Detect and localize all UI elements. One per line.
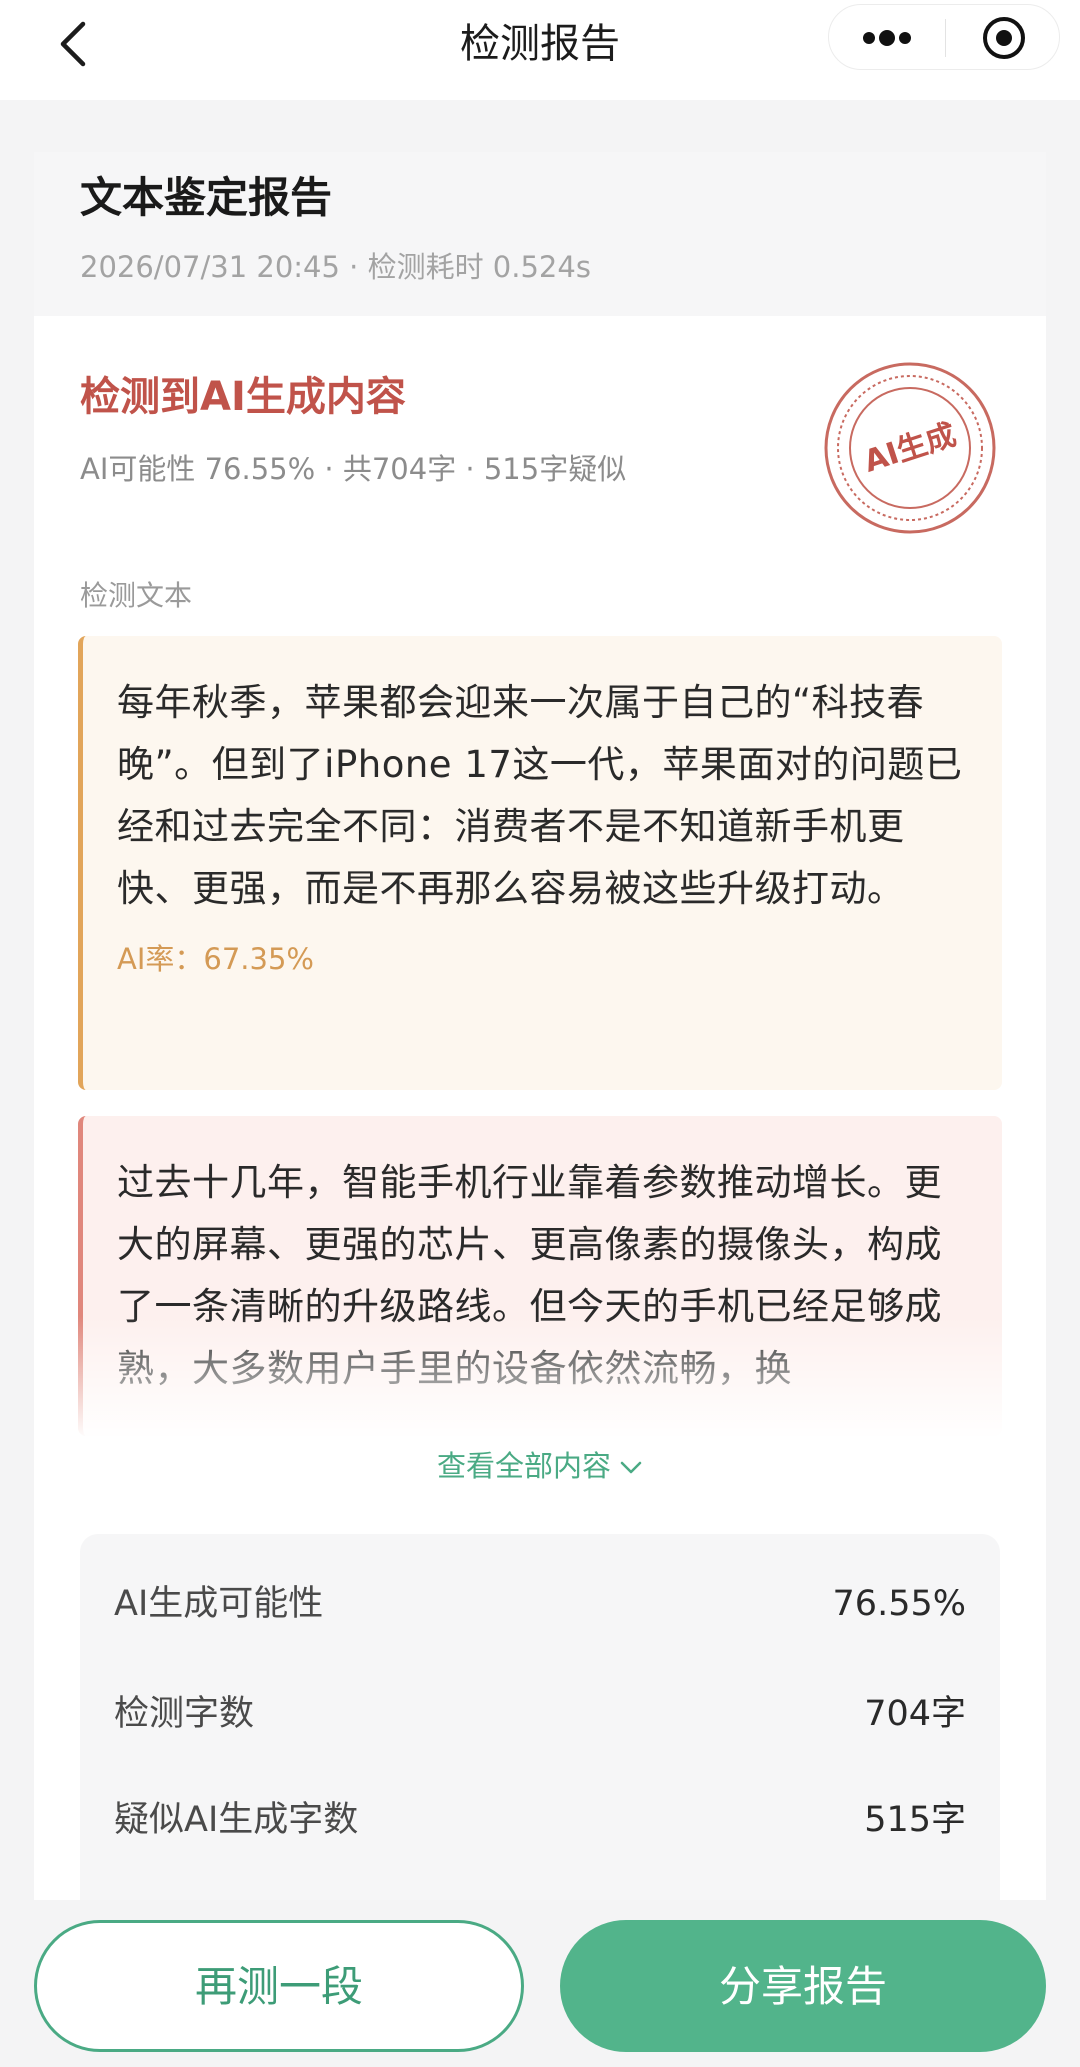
stat-label: AI生成可能性 [114,1584,324,1624]
paragraph-ai-rate: AI率：67.35% [117,942,314,976]
view-all-content-link[interactable]: 查看全部内容 [34,1438,1046,1494]
stat-value: 76.55% [832,1584,966,1624]
paragraph-card: 每年秋季，苹果都会迎来一次属于自己的“科技春晚”。但到了iPhone 17这一代… [78,636,1002,1090]
stat-value: 515字 [864,1800,966,1840]
navigation-bar: 检测报告 [0,0,1080,100]
verdict-title: 检测到AI生成内容 [80,374,406,420]
stat-row: AI生成可能性 76.55% [80,1564,1000,1644]
stat-row: 检测字数 704字 [80,1674,1000,1754]
close-mini-program-button[interactable] [946,5,1061,71]
report-title: 文本鉴定报告 [80,173,333,222]
detected-text-label: 检测文本 [80,579,193,612]
report-header: 文本鉴定报告 2026/07/31 20:45 · 检测耗时 0.524s [34,152,1046,316]
target-close-icon [982,17,1025,59]
result-summary: AI可能性 76.55% · 共704字 · 515字疑似 [80,452,627,486]
ai-generated-stamp: AI生成 [824,362,996,534]
more-dots-icon [863,30,911,46]
stat-value: 704字 [864,1694,966,1734]
report-page: 检测报告 文本鉴定报告 2026/07/31 20:45 · 检测耗时 0.52… [0,0,1080,2067]
content-fade-overlay [78,1316,1002,1440]
stat-row: 疑似AI生成字数 515字 [80,1780,1000,1860]
retest-button[interactable]: 再测一段 [34,1920,524,2052]
mini-program-capsule [828,4,1060,70]
stat-label: 检测字数 [114,1694,255,1734]
paragraph-text: 每年秋季，苹果都会迎来一次属于自己的“科技春晚”。但到了iPhone 17这一代… [117,681,963,910]
bottom-action-bar: 再测一段 分享报告 [0,1900,1080,2067]
stamp-text: AI生成 [860,417,961,479]
stat-label: 疑似AI生成字数 [114,1800,359,1840]
result-card: 检测到AI生成内容 AI可能性 76.55% · 共704字 · 515字疑似 … [34,316,1046,1906]
share-report-button[interactable]: 分享报告 [560,1920,1046,2052]
more-button[interactable] [829,5,945,71]
chevron-down-icon [620,1461,642,1474]
stats-panel: AI生成可能性 76.55% 检测字数 704字 疑似AI生成字数 515字 [80,1534,1000,1906]
report-meta: 2026/07/31 20:45 · 检测耗时 0.524s [80,250,591,284]
view-all-label: 查看全部内容 [436,1449,611,1483]
